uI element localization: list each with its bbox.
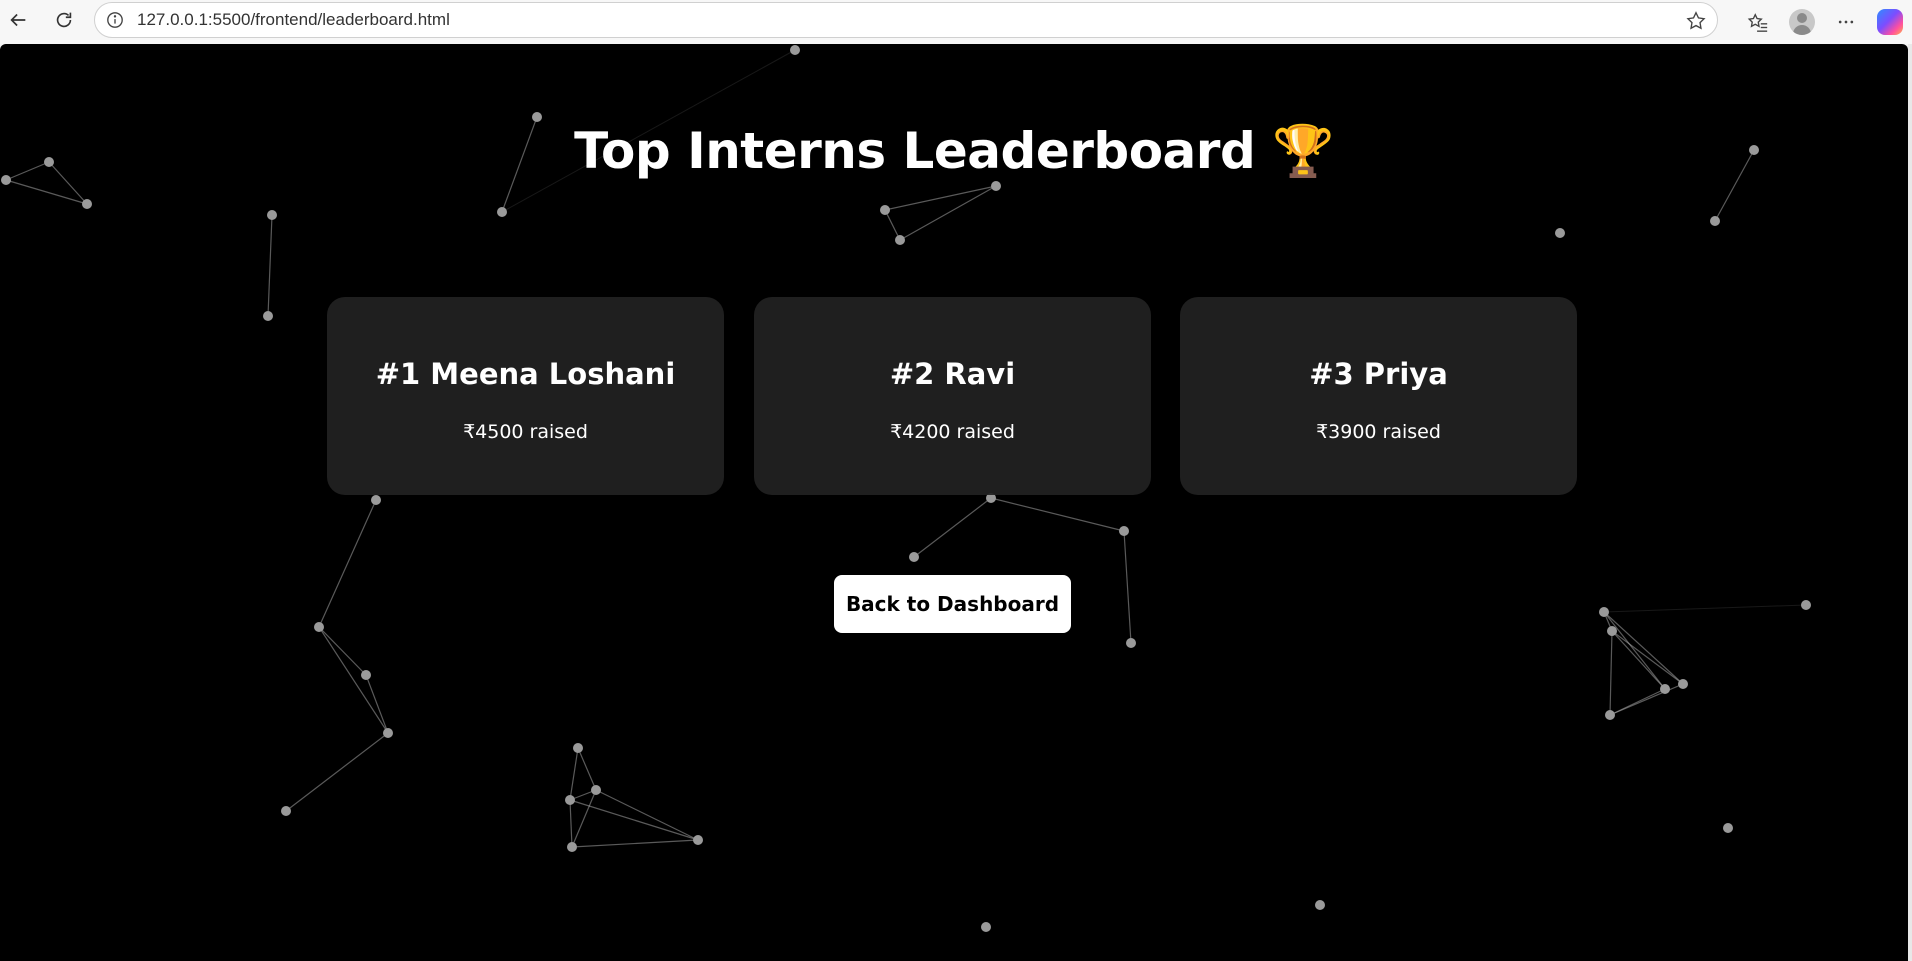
amount-raised: ₹4500 raised [463,421,588,443]
particle-link [318,499,377,628]
leaderboard-cards: #1 Meena Loshani ₹4500 raised #2 Ravi ₹4… [327,297,1577,495]
particle-dot [895,235,905,245]
particle-dot [1607,626,1617,636]
particle-dot [1660,684,1670,694]
particle-dot [263,311,273,321]
particle-link [990,497,1125,532]
particle-dot [991,181,1001,191]
info-icon[interactable] [105,10,125,30]
star-icon[interactable] [1685,10,1707,32]
particle-dot [981,922,991,932]
particle-dot [693,835,703,845]
particle-dot [880,205,890,215]
particle-link [1611,630,1684,685]
particle-dot [790,45,800,55]
address-bar[interactable]: 127.0.0.1:5500/frontend/leaderboard.html [94,2,1718,38]
particle-dot [281,806,291,816]
url-text[interactable]: 127.0.0.1:5500/frontend/leaderboard.html [137,10,450,30]
copilot-icon[interactable] [1868,0,1912,44]
particle-link [884,185,997,211]
particle-link [1603,611,1666,690]
particle-dot [1599,607,1609,617]
page-viewport: Top Interns Leaderboard 🏆 #1 Meena Losha… [0,44,1908,961]
particle-dot [383,728,393,738]
scrollbar[interactable] [1908,44,1912,961]
particle-dot [1119,526,1129,536]
particle-link [569,799,573,848]
particle-link [5,179,88,205]
more-icon[interactable] [1824,0,1868,44]
particle-link [1609,688,1666,716]
particle-dot [565,795,575,805]
particle-link [577,747,597,791]
particle-link [899,185,997,241]
page-title: Top Interns Leaderboard 🏆 [574,122,1334,180]
particle-link [1123,530,1132,644]
particle-dot [1678,679,1688,689]
back-arrow-icon[interactable] [0,2,36,38]
particle-dot [267,210,277,220]
particle-dot [82,199,92,209]
avatar [1789,9,1815,35]
particle-dot [1801,600,1811,610]
particle-link [884,209,901,241]
favorites-icon[interactable] [1736,0,1780,44]
particle-link [571,839,699,848]
particle-dot [1315,900,1325,910]
particle-link [267,214,273,317]
back-to-dashboard-button[interactable]: Back to Dashboard [834,575,1071,633]
intern-name: #3 Priya [1309,357,1448,391]
particle-link [318,626,389,734]
amount-raised: ₹3900 raised [1316,421,1441,443]
particle-link [318,626,367,676]
copilot-logo [1877,9,1903,35]
particle-link [1603,604,1807,613]
amount-raised: ₹4200 raised [890,421,1015,443]
particle-dot [1710,216,1720,226]
particle-dot [1605,710,1615,720]
particle-link [1609,630,1613,716]
particle-link [571,789,597,848]
particle-network-background [1,45,1811,932]
intern-name: #1 Meena Loshani [375,357,676,391]
particle-link [285,732,389,812]
particle-dot [909,552,919,562]
particle-dot [497,207,507,217]
profile-icon[interactable] [1780,0,1824,44]
refresh-icon[interactable] [46,2,82,38]
browser-toolbar: 127.0.0.1:5500/frontend/leaderboard.html [0,0,1912,44]
leaderboard-card-1: #1 Meena Loshani ₹4500 raised [327,297,724,495]
particle-dot [361,670,371,680]
particle-link [595,789,699,841]
intern-name: #2 Ravi [889,357,1016,391]
particle-dot [1126,638,1136,648]
particle-link [1603,611,1684,685]
leaderboard-card-3: #3 Priya ₹3900 raised [1180,297,1577,495]
particle-dot [1555,228,1565,238]
particle-dot [314,622,324,632]
particle-link [569,799,699,841]
particle-link [569,747,579,801]
toolbar-right [1736,0,1912,44]
particle-dot [532,112,542,122]
leaderboard-card-2: #2 Ravi ₹4200 raised [754,297,1151,495]
particle-link [913,497,992,558]
particle-dot [573,743,583,753]
particle-dot [567,842,577,852]
particle-dot [1723,823,1733,833]
particle-dot [371,495,381,505]
particle-dot [591,785,601,795]
